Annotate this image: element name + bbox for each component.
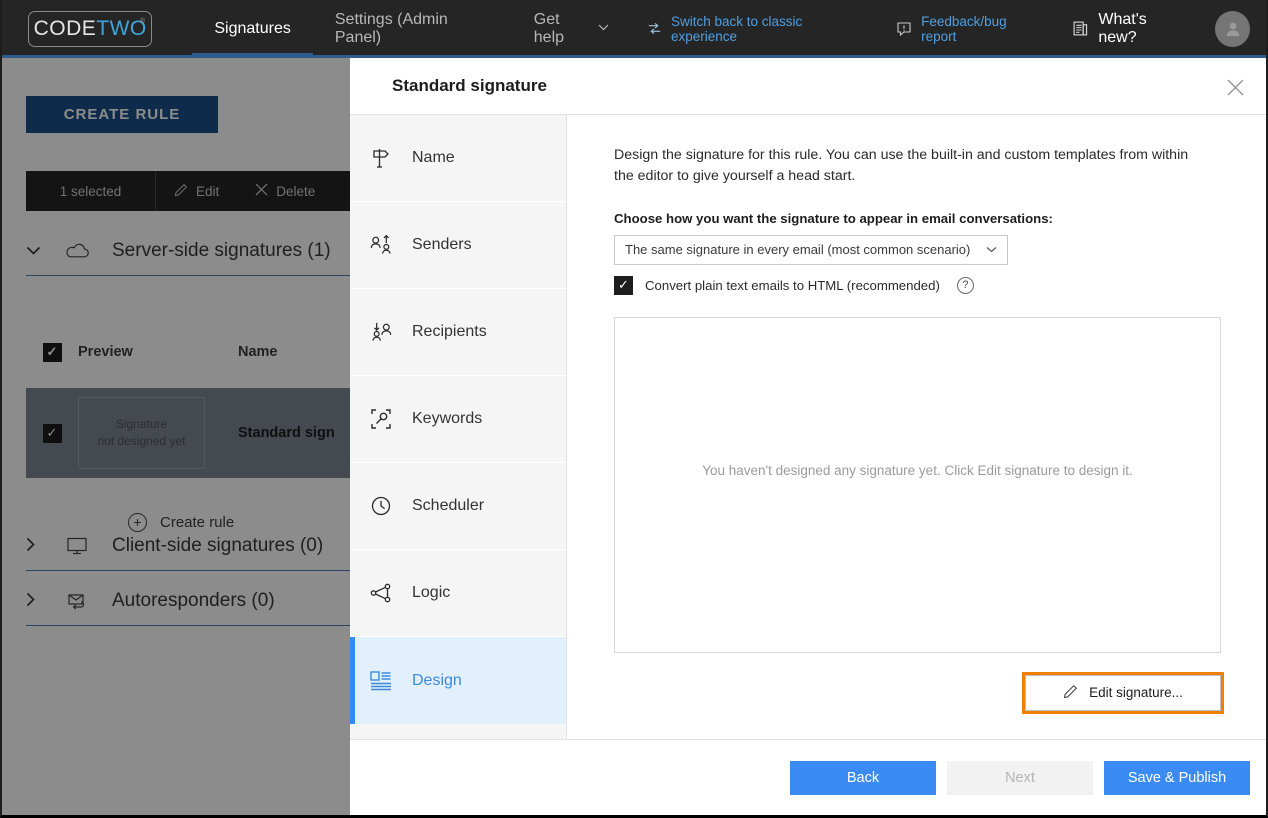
help-icon[interactable]: ? [956,276,974,294]
signature-preview-placeholder: You haven't designed any signature yet. … [702,462,1133,478]
close-icon[interactable] [1220,72,1250,102]
signpost-icon [350,146,412,170]
edit-signature-button[interactable]: Edit signature... [1022,671,1224,714]
feedback-label: Feedback/bug report [921,13,1007,44]
convert-plain-text-row: ✓ Convert plain text emails to HTML (rec… [614,275,1218,295]
person-icon [1226,22,1239,36]
save-publish-button[interactable]: Save & Publish [1104,760,1250,795]
app-window: CODE TWO ® Signatures Settings (Admin Pan… [0,0,1268,818]
chevron-down-icon [986,244,997,256]
design-step-content: Design the signature for this rule. You … [567,114,1266,739]
dialog-header: Standard signature [350,58,1266,114]
rail-item-logic[interactable]: Logic [350,550,566,637]
codetwo-logo[interactable]: CODE TWO ® [28,10,153,47]
choose-appearance-label: Choose how you want the signature to app… [614,210,1053,226]
tab-settings-label: Settings (Admin Panel) [334,10,448,46]
tab-get-help-label: Get help [533,10,565,46]
main-nav-tabs: Signatures Settings (Admin Panel) Get he… [192,0,631,57]
dialog-body: Name Senders Recipients Keywords Schedul… [350,114,1266,739]
pencil-icon [1063,684,1078,702]
next-button: Next [947,760,1093,795]
recipients-icon [350,320,412,344]
switch-classic-experience-link[interactable]: Switch back to classic experience [631,14,880,44]
top-navigation-bar: CODE TWO ® Signatures Settings (Admin Pan… [2,0,1266,57]
switch-icon [647,21,662,36]
convert-plain-text-label: Convert plain text emails to HTML (recom… [645,277,940,293]
whats-new-label: What's new? [1098,10,1147,46]
back-button[interactable]: Back [790,760,936,795]
logic-icon [350,581,412,605]
convert-plain-text-checkbox[interactable]: ✓ [614,275,633,295]
rail-item-recipients-label: Recipients [412,323,487,340]
chevron-down-icon [598,23,609,34]
tab-get-help[interactable]: Get help [512,0,631,57]
edit-signature-row: Edit signature... [614,671,1224,714]
tab-signatures-label: Signatures [214,19,291,37]
tab-signatures[interactable]: Signatures [192,0,313,57]
standard-signature-dialog: Standard signature Name Senders Recipien… [350,58,1266,815]
feedback-icon [896,21,912,37]
rail-item-keywords-label: Keywords [412,410,483,427]
rail-item-scheduler[interactable]: Scheduler [350,463,566,550]
switch-classic-label: Switch back to classic experience [671,13,803,44]
rail-item-recipients[interactable]: Recipients [350,289,566,376]
feedback-bug-report-link[interactable]: Feedback/bug report [880,14,1056,44]
rail-item-design-label: Design [412,671,462,689]
intro-text: Design the signature for this rule. You … [614,147,1189,185]
signature-appearance-value: The same signature in every email (most … [625,242,971,258]
news-icon [1072,20,1089,37]
rail-item-scheduler-label: Scheduler [412,497,485,514]
design-icon [350,670,412,692]
logo-trademark: ® [139,17,146,25]
clock-icon [350,494,412,518]
senders-icon [350,233,412,257]
logo-text-code: CODE [33,16,97,40]
rail-item-logic-label: Logic [412,584,451,601]
dialog-step-rail: Name Senders Recipients Keywords Schedul… [350,114,567,739]
rail-item-senders[interactable]: Senders [350,202,566,289]
rail-item-design[interactable]: Design [350,637,566,724]
top-bar-right-actions: Switch back to classic experience Feedba… [631,0,1266,57]
keywords-icon [350,407,412,431]
rail-item-name[interactable]: Name [350,115,566,202]
rail-item-senders-label: Senders [412,236,472,253]
dialog-footer: Back Next Save & Publish [350,739,1266,815]
whats-new-link[interactable]: What's new? [1056,11,1201,47]
tab-settings-admin-panel[interactable]: Settings (Admin Panel) [313,0,512,57]
user-avatar[interactable] [1215,10,1250,47]
signature-preview-area: You haven't designed any signature yet. … [614,316,1221,653]
dialog-title: Standard signature [392,76,547,95]
rail-item-name-label: Name [412,149,455,166]
edit-signature-label: Edit signature... [1089,685,1183,701]
signature-appearance-select[interactable]: The same signature in every email (most … [614,234,1008,265]
rail-item-keywords[interactable]: Keywords [350,376,566,463]
